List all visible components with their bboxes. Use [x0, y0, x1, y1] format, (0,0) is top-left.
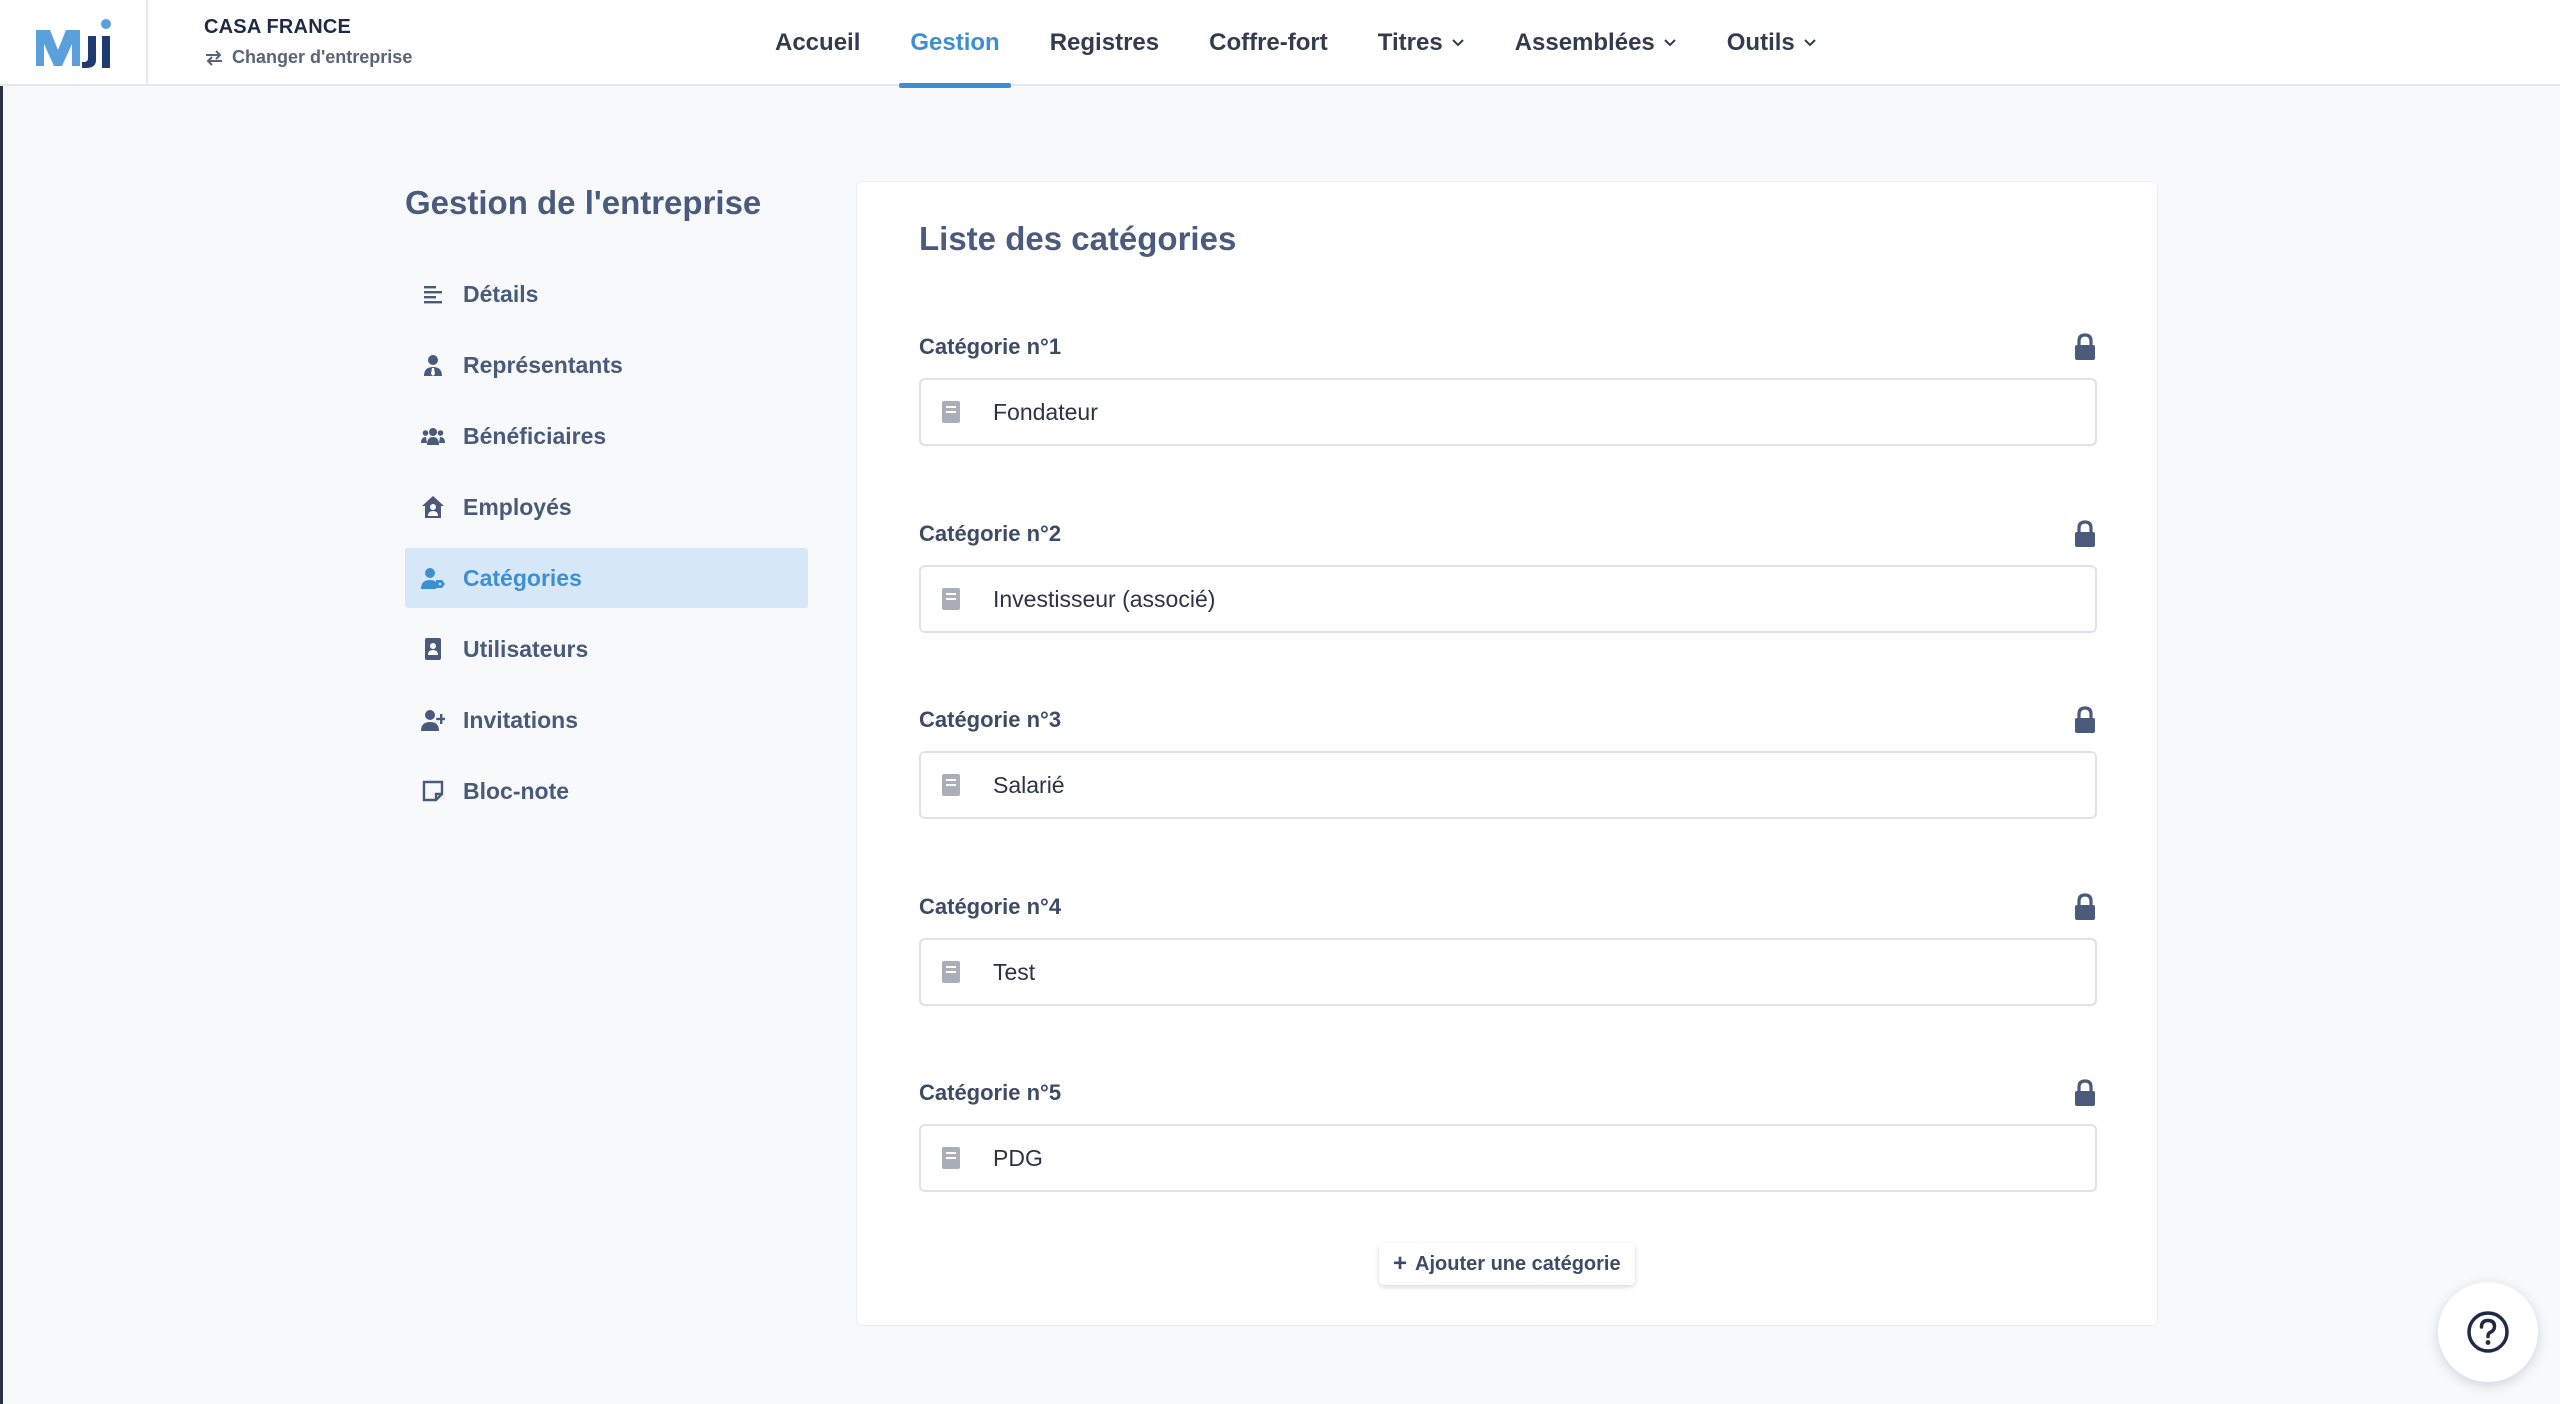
sidebar-item-label: Employés — [463, 493, 572, 520]
chevron-down-icon — [1804, 39, 1816, 47]
nav-titres[interactable]: Titres — [1353, 0, 1490, 86]
main-nav: Accueil Gestion Registres Coffre-fort Ti… — [750, 0, 1842, 88]
category-field — [919, 751, 2097, 819]
category-label: Catégorie n°5 — [919, 1080, 1062, 1105]
sidebar-item-beneficiaires[interactable]: Bénéficiaires — [405, 406, 808, 466]
sidebar-item-employes[interactable]: Employés — [405, 477, 808, 537]
category-input[interactable] — [993, 382, 2095, 442]
category-field — [919, 1124, 2097, 1192]
nav-outils[interactable]: Outils — [1702, 0, 1842, 86]
user-plus-icon — [421, 710, 445, 731]
category-field — [919, 378, 2097, 446]
sidebar-menu: Détails Représentants Bénéficiaires Empl… — [405, 264, 808, 832]
chevron-down-icon — [1451, 39, 1464, 47]
sidebar-item-categories[interactable]: Catégories — [405, 548, 808, 608]
sidebar-item-label: Utilisateurs — [463, 635, 589, 662]
question-circle-icon — [2467, 1311, 2509, 1353]
category-row: Catégorie n°1 — [919, 332, 2097, 446]
exchange-icon — [206, 49, 222, 66]
category-input[interactable] — [993, 942, 2095, 1002]
top-navbar: CASA FRANCE Changer d'entreprise Accueil… — [0, 0, 2560, 88]
nav-coffre-fort-label: Coffre-fort — [1209, 29, 1328, 56]
switch-company-label: Changer d'entreprise — [232, 47, 413, 67]
sidebar-item-label: Bénéficiaires — [463, 422, 607, 449]
help-button[interactable] — [2438, 1282, 2538, 1382]
user-tag-icon — [421, 568, 445, 589]
lock-icon — [2075, 893, 2095, 920]
plus-icon: + — [1393, 1250, 1408, 1277]
sidebar-title: Gestion de l'entreprise — [405, 184, 762, 221]
category-row: Catégorie n°5 — [919, 1078, 2097, 1192]
nav-gestion[interactable]: Gestion — [885, 0, 1024, 88]
category-field — [919, 565, 2097, 633]
book-icon — [942, 588, 960, 610]
category-row: Catégorie n°2 — [919, 519, 2097, 633]
add-category-button[interactable]: + Ajouter une catégorie — [1379, 1243, 1635, 1285]
sidebar-item-representants[interactable]: Représentants — [405, 335, 808, 395]
add-category-label: Ajouter une catégorie — [1415, 1252, 1621, 1275]
window-edge — [0, 86, 3, 1404]
sidebar-item-label: Invitations — [463, 706, 579, 733]
category-input[interactable] — [993, 755, 2095, 815]
sidebar-item-label: Catégories — [463, 564, 582, 591]
sticky-note-icon — [422, 780, 444, 802]
book-icon — [942, 1147, 960, 1169]
nav-outils-label: Outils — [1726, 29, 1795, 56]
lock-icon — [2075, 1079, 2095, 1106]
nav-assemblees-label: Assemblées — [1514, 29, 1655, 56]
nav-assemblees[interactable]: Assemblées — [1490, 0, 1702, 86]
category-label: Catégorie n°1 — [919, 334, 1062, 359]
category-input[interactable] — [993, 1128, 2095, 1188]
nav-registres[interactable]: Registres — [1025, 0, 1184, 86]
book-icon — [942, 774, 960, 796]
company-switcher: CASA FRANCE Changer d'entreprise — [204, 16, 412, 68]
nav-gestion-label: Gestion — [910, 29, 1000, 56]
users-icon — [421, 428, 445, 445]
category-row: Catégorie n°4 — [919, 892, 2097, 1006]
app-logo[interactable] — [0, 0, 148, 86]
address-book-icon — [425, 638, 441, 660]
house-user-icon — [422, 496, 444, 518]
book-icon — [942, 961, 960, 983]
nav-accueil-label: Accueil — [775, 29, 861, 56]
lock-icon — [2075, 333, 2095, 360]
mji-logo-icon — [36, 19, 111, 68]
sidebar-item-label: Détails — [463, 280, 539, 307]
sidebar-item-bloc-note[interactable]: Bloc-note — [405, 761, 808, 821]
nav-titres-label: Titres — [1377, 29, 1443, 56]
nav-registres-label: Registres — [1049, 29, 1160, 56]
nav-coffre-fort[interactable]: Coffre-fort — [1184, 0, 1353, 86]
category-label: Catégorie n°2 — [919, 521, 1062, 546]
switch-company-link[interactable]: Changer d'entreprise — [204, 47, 412, 68]
sidebar-item-invitations[interactable]: Invitations — [405, 690, 808, 750]
sidebar-item-details[interactable]: Détails — [405, 264, 808, 324]
sidebar-item-utilisateurs[interactable]: Utilisateurs — [405, 619, 808, 679]
lock-icon — [2075, 706, 2095, 733]
sidebar-item-label: Représentants — [463, 351, 623, 378]
category-label: Catégorie n°3 — [919, 707, 1062, 732]
category-label: Catégorie n°4 — [919, 894, 1062, 919]
category-field — [919, 938, 2097, 1006]
company-name: CASA FRANCE — [204, 16, 352, 38]
book-icon — [942, 401, 960, 423]
category-row: Catégorie n°3 — [919, 705, 2097, 819]
align-left-icon — [424, 286, 442, 304]
page-title: Liste des catégories — [919, 220, 1237, 257]
user-tie-icon — [424, 355, 442, 376]
category-input[interactable] — [993, 569, 2095, 629]
lock-icon — [2075, 520, 2095, 547]
chevron-down-icon — [1664, 39, 1676, 47]
categories-panel: Liste des catégories Catégorie n°1 Catég… — [856, 181, 2158, 1326]
nav-accueil[interactable]: Accueil — [750, 0, 885, 86]
sidebar-item-label: Bloc-note — [463, 777, 570, 804]
